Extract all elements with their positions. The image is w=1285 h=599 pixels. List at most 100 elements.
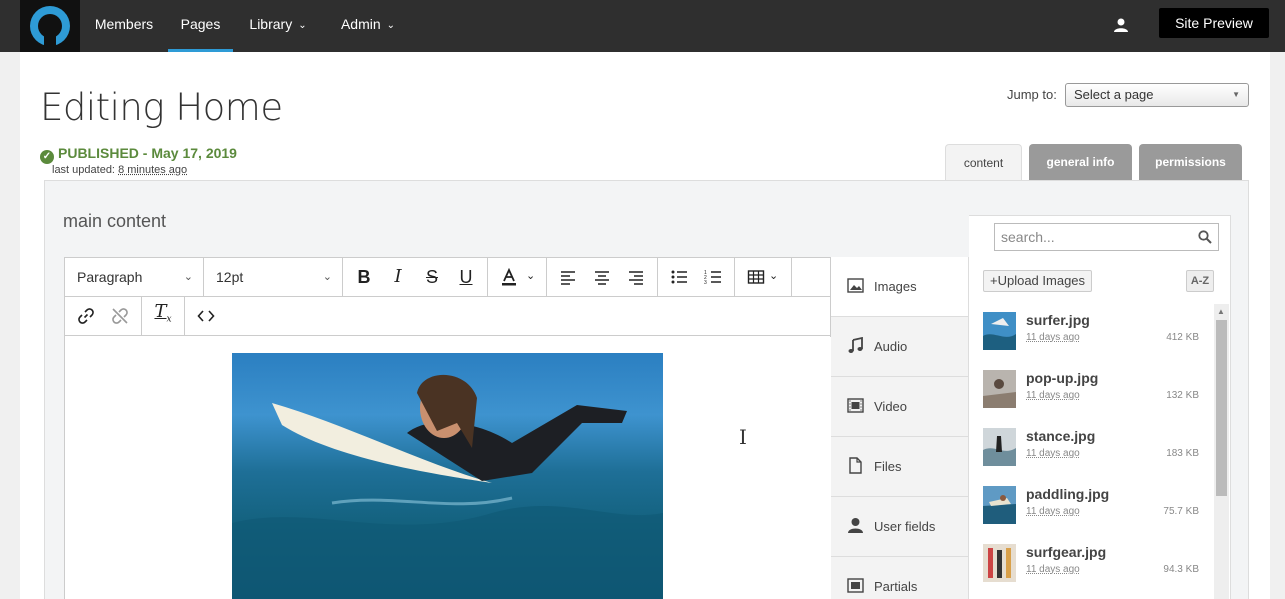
media-categories: Images Audio Video Files User fields Par…	[831, 257, 969, 599]
surfer-photo-illustration	[232, 374, 663, 599]
text-color-icon	[502, 268, 516, 286]
thumbnail-image	[983, 544, 1016, 582]
category-partials[interactable]: Partials	[831, 557, 968, 599]
list-item[interactable]: pop-up.jpg 11 days ago 132 KB	[983, 370, 1213, 420]
bold-icon: B	[357, 267, 371, 287]
align-left-button[interactable]	[557, 267, 579, 287]
nav-members[interactable]: Members	[82, 0, 166, 52]
file-icon	[849, 457, 862, 474]
bullet-list-button[interactable]	[668, 267, 690, 287]
chevron-down-icon: ⌄	[769, 270, 779, 282]
alignment-group	[547, 258, 658, 296]
numbered-list-button[interactable]: 123	[702, 267, 724, 287]
format-select[interactable]: Paragraph ⌄	[65, 258, 204, 296]
toolbar-row-1: Paragraph ⌄ 12pt ⌄ B I S U ⌄ 1 2 3 ⌄	[65, 258, 831, 297]
remove-link-button[interactable]	[109, 306, 131, 326]
page-title: Editing Home	[40, 86, 283, 129]
jump-to-label: Jump to:	[1007, 87, 1057, 102]
align-left-icon	[561, 271, 575, 285]
clear-formatting-button[interactable]: Tx	[152, 302, 174, 326]
surfer-image[interactable]	[232, 353, 663, 599]
chevron-down-icon: ⌄	[298, 20, 307, 31]
logo[interactable]	[20, 0, 80, 52]
check-circle-icon: ✓	[40, 150, 54, 164]
numbered-list-icon: 123	[704, 270, 721, 286]
logo-icon	[30, 6, 70, 48]
svg-text:3: 3	[704, 280, 707, 286]
site-preview-button[interactable]: Site Preview	[1159, 8, 1269, 38]
jump-to-select[interactable]: Select a page ▼	[1065, 83, 1249, 107]
source-code-button[interactable]	[195, 306, 217, 326]
list-group: 123	[658, 258, 735, 296]
user-icon	[848, 518, 863, 533]
category-files[interactable]: Files	[831, 437, 968, 497]
insert-link-button[interactable]	[75, 306, 97, 326]
underline-icon: U	[459, 267, 473, 287]
table-button[interactable]	[745, 267, 767, 287]
search-icon[interactable]	[1198, 230, 1212, 244]
table-group[interactable]: ⌄	[735, 258, 792, 296]
category-audio[interactable]: Audio	[831, 317, 968, 377]
align-center-icon	[595, 271, 609, 285]
chevron-down-icon: ⌄	[526, 270, 536, 282]
underline-button[interactable]: U	[455, 267, 477, 287]
link-icon	[78, 308, 94, 324]
list-item[interactable]: surfgear.jpg 11 days ago 94.3 KB	[983, 544, 1213, 594]
text-color-button[interactable]	[498, 267, 520, 287]
text-cursor-icon: I	[739, 425, 747, 449]
category-video[interactable]: Video	[831, 377, 968, 437]
table-icon	[747, 270, 765, 284]
scrollbar-thumb[interactable]	[1216, 320, 1227, 496]
text-color-group[interactable]: ⌄	[488, 258, 547, 296]
page-container: Editing Home ✓ PUBLISHED - May 17, 2019 l…	[20, 52, 1270, 599]
list-item[interactable]: surfer.jpg 11 days ago 412 KB	[983, 312, 1213, 362]
sort-az-button[interactable]: A-Z	[1186, 270, 1214, 292]
media-scrollbar[interactable]: ▲	[1214, 304, 1229, 599]
rich-text-editor: Paragraph ⌄ 12pt ⌄ B I S U ⌄ 1 2 3 ⌄ Tx …	[64, 257, 831, 599]
code-icon	[197, 310, 215, 322]
music-note-icon	[848, 337, 863, 353]
editor-content-area[interactable]: I	[65, 337, 831, 599]
tab-permissions[interactable]: permissions	[1139, 144, 1242, 181]
tab-general-info[interactable]: general info	[1029, 144, 1132, 181]
last-updated: last updated: 8 minutes ago	[52, 164, 188, 176]
align-right-icon	[629, 271, 643, 285]
code-group	[185, 297, 229, 335]
clear-format-group: Tx	[142, 297, 185, 335]
chevron-down-icon: ⌄	[322, 271, 332, 283]
status-badge: ✓ PUBLISHED - May 17, 2019	[40, 145, 237, 164]
thumbnail-image	[983, 370, 1016, 408]
strikethrough-icon: S	[425, 267, 438, 287]
user-icon[interactable]	[1113, 17, 1129, 33]
category-images[interactable]: Images	[831, 257, 968, 317]
unlink-icon	[112, 308, 128, 324]
film-icon	[847, 398, 864, 413]
italic-button[interactable]: I	[387, 267, 409, 287]
list-item[interactable]: stance.jpg 11 days ago 183 KB	[983, 428, 1213, 478]
nav-library[interactable]: Library ⌄	[236, 0, 320, 52]
section-title: main content	[63, 211, 167, 231]
thumbnail-image	[983, 312, 1016, 350]
list-item[interactable]: paddling.jpg 11 days ago 75.7 KB	[983, 486, 1213, 536]
image-icon	[847, 278, 864, 293]
media-search-input[interactable]: search...	[994, 223, 1219, 251]
align-center-button[interactable]	[591, 267, 613, 287]
chevron-down-icon: ⌄	[183, 271, 193, 283]
tab-content[interactable]: content	[945, 144, 1022, 182]
bullet-list-icon	[671, 270, 687, 284]
dropdown-arrow-icon: ▼	[1232, 90, 1240, 99]
nav-pages[interactable]: Pages	[168, 0, 233, 52]
clear-format-icon: Tx	[154, 301, 172, 325]
toolbar-row-2: Tx	[65, 297, 831, 336]
strikethrough-button[interactable]: S	[421, 267, 443, 287]
thumbnail-image	[983, 486, 1016, 524]
link-group	[65, 297, 142, 335]
scroll-up-icon[interactable]: ▲	[1217, 307, 1225, 316]
align-right-button[interactable]	[625, 267, 647, 287]
media-browser: search... +Upload Images A-Z surfer.jpg …	[969, 215, 1231, 599]
bold-button[interactable]: B	[353, 267, 375, 287]
nav-admin[interactable]: Admin ⌄	[328, 0, 408, 52]
font-size-select[interactable]: 12pt ⌄	[204, 258, 343, 296]
upload-images-button[interactable]: +Upload Images	[983, 270, 1093, 292]
category-user-fields[interactable]: User fields	[831, 497, 968, 557]
